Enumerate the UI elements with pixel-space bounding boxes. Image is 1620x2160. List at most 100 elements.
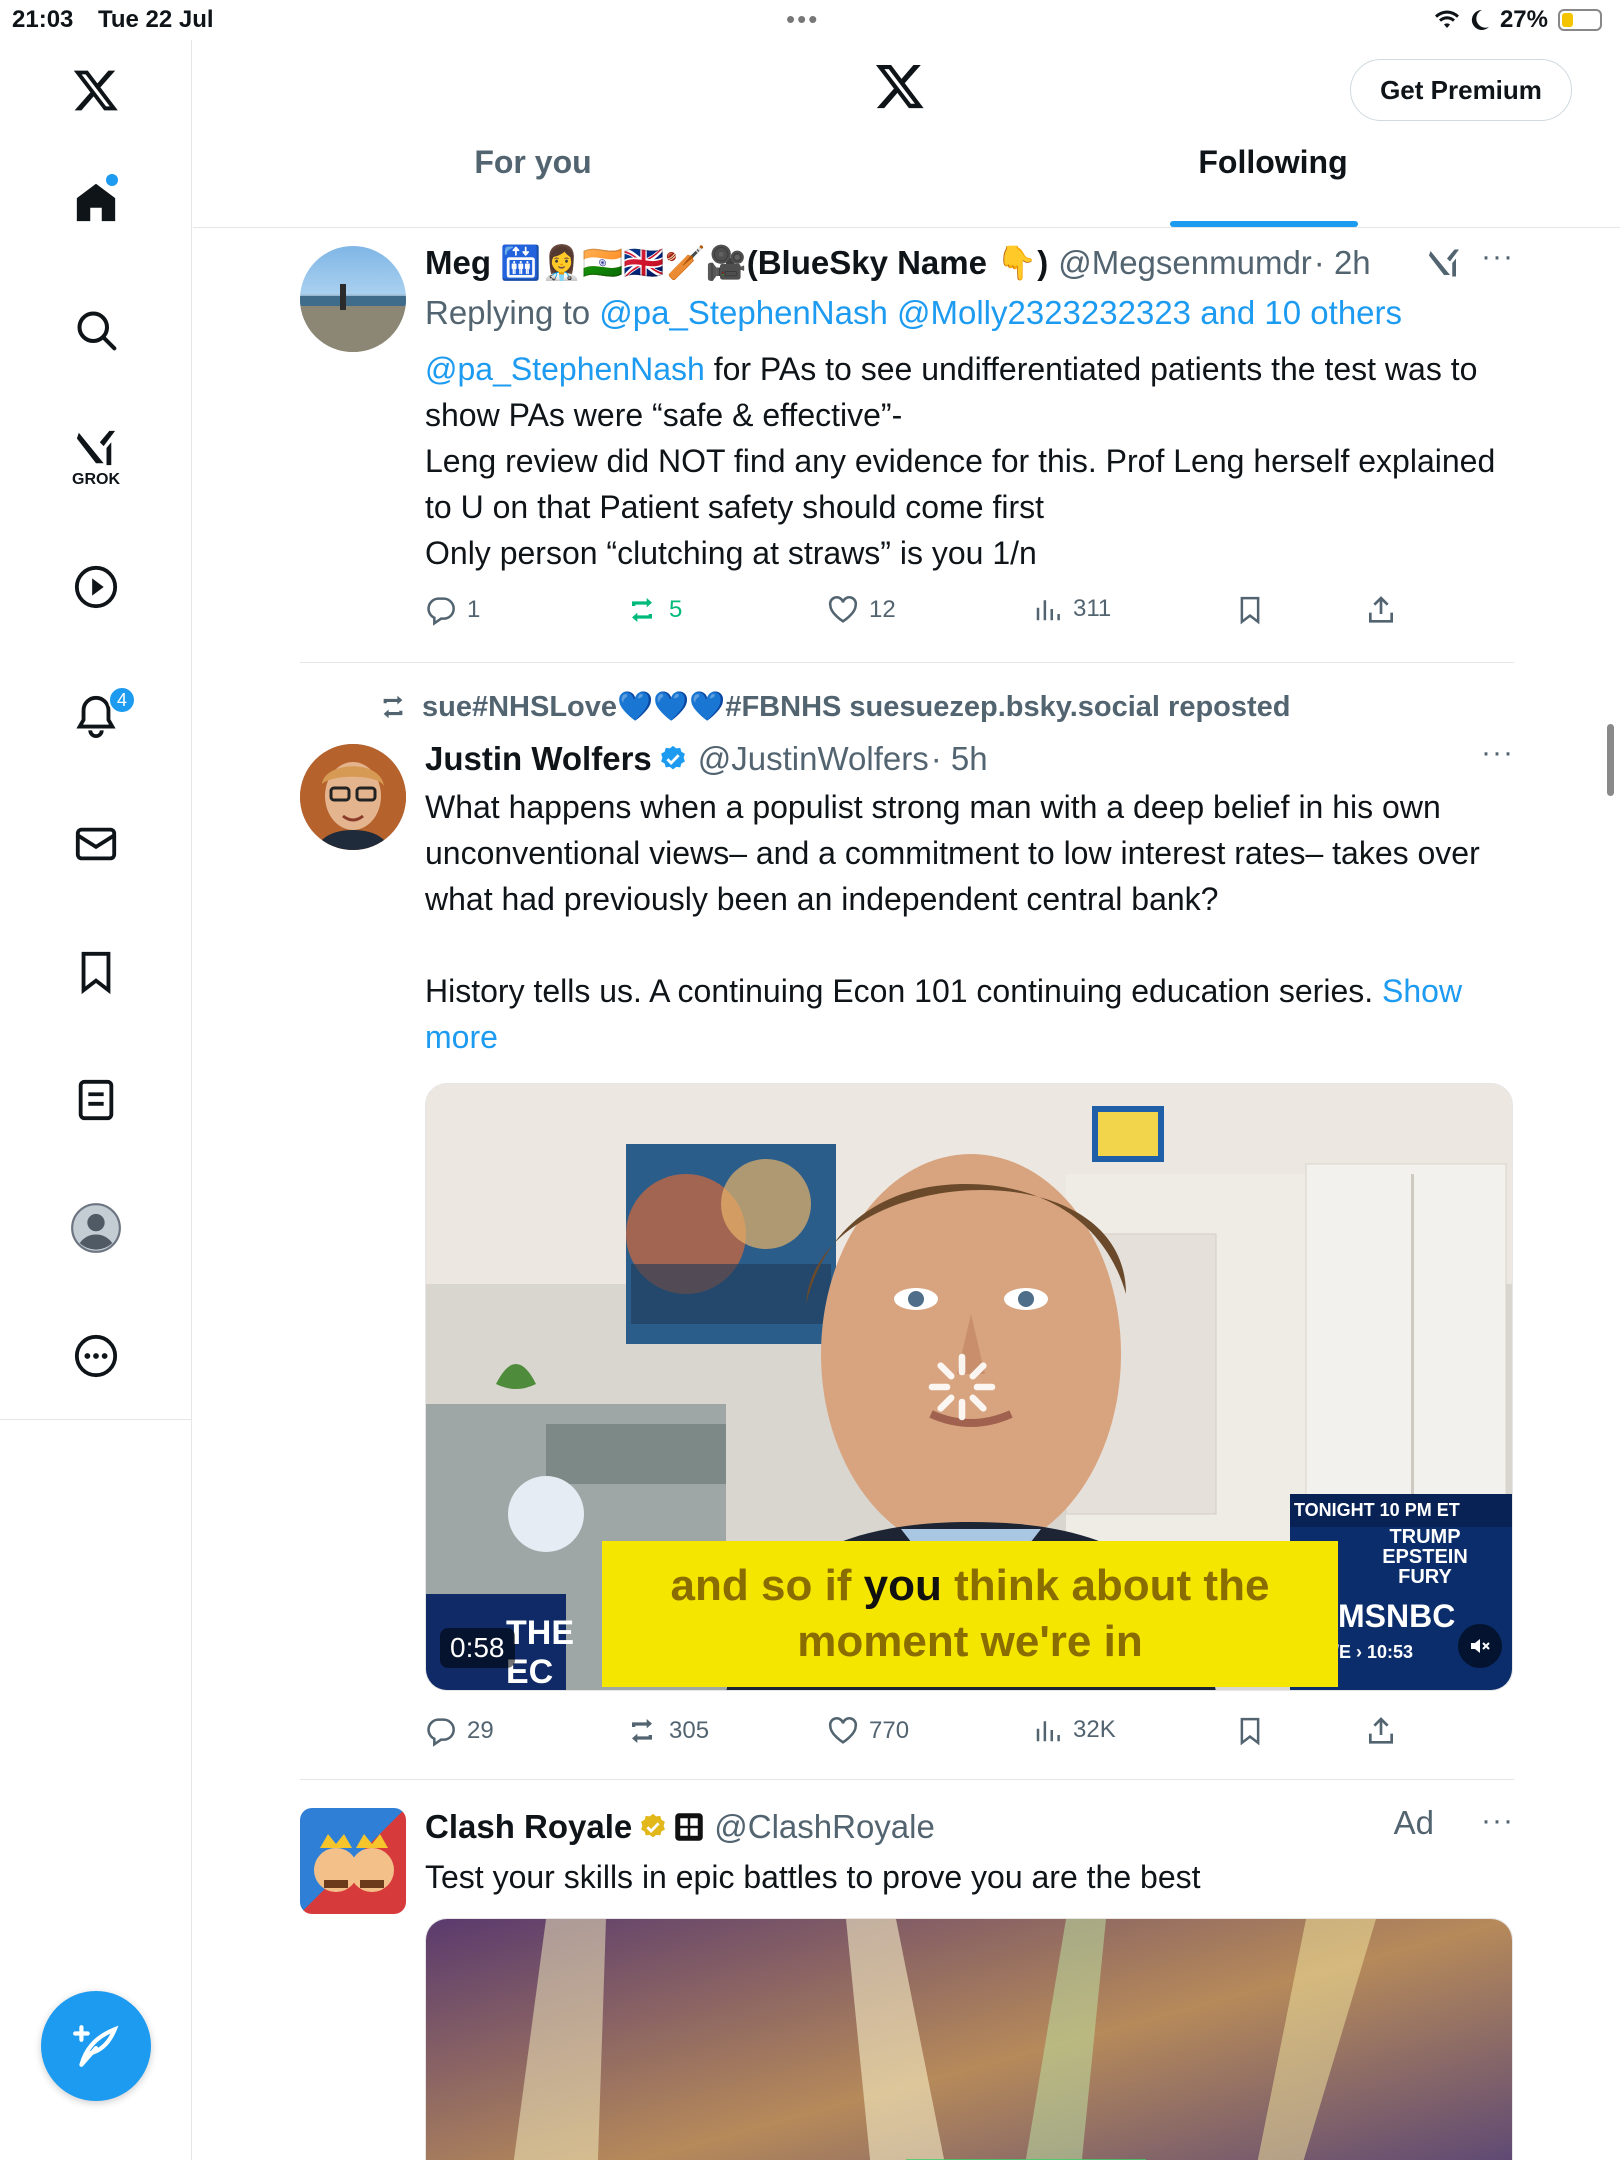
author-name[interactable]: Justin Wolfers bbox=[425, 740, 652, 778]
ad-media[interactable] bbox=[425, 1918, 1513, 2160]
tweet-actions: 1 5 12 311 bbox=[425, 594, 1514, 634]
repost-button[interactable]: 305 bbox=[625, 1715, 709, 1747]
reply-button[interactable]: 1 bbox=[425, 594, 480, 626]
reply-button[interactable]: 29 bbox=[425, 1715, 494, 1747]
more-options-icon[interactable]: ··· bbox=[1481, 1804, 1514, 1838]
repost-button[interactable]: 5 bbox=[625, 594, 682, 626]
reply-icon bbox=[427, 597, 455, 626]
grok-icon[interactable] bbox=[1426, 246, 1462, 280]
repost-icon bbox=[383, 695, 403, 719]
bookmark-button[interactable] bbox=[1235, 1715, 1265, 1747]
author-name[interactable]: Clash Royale bbox=[425, 1808, 632, 1846]
status-indicators: 27% bbox=[1434, 6, 1602, 34]
notifications-badge: 4 bbox=[108, 686, 136, 714]
author-handle[interactable]: @JustinWolfers bbox=[698, 740, 929, 778]
affiliate-badge-icon bbox=[675, 1813, 703, 1841]
view-count: 32K bbox=[1073, 1716, 1116, 1743]
status-time: 21:03 bbox=[12, 6, 74, 33]
more-options-icon[interactable]: ··· bbox=[1481, 736, 1514, 770]
like-button[interactable]: 12 bbox=[827, 594, 896, 626]
status-date: Tue 22 Jul bbox=[98, 6, 214, 33]
scrollbar[interactable] bbox=[1607, 724, 1614, 796]
more-icon[interactable] bbox=[56, 1316, 136, 1396]
tweet-time[interactable]: · 2h bbox=[1314, 244, 1371, 282]
notifications-icon[interactable]: 4 bbox=[56, 676, 136, 756]
tweet-actions: 29 305 770 32K bbox=[425, 1715, 1514, 1755]
mute-button[interactable] bbox=[1458, 1624, 1502, 1668]
lists-icon[interactable] bbox=[56, 1060, 136, 1140]
x-logo-icon[interactable] bbox=[56, 50, 136, 130]
messages-icon[interactable] bbox=[56, 804, 136, 884]
like-button[interactable]: 770 bbox=[827, 1715, 909, 1747]
x-logo-icon[interactable] bbox=[873, 60, 927, 117]
repost-icon bbox=[632, 598, 652, 622]
active-tab-indicator bbox=[1170, 221, 1358, 227]
home-unread-dot bbox=[106, 174, 118, 186]
tweet[interactable]: Meg 🛗👩‍⚕️🇮🇳🇬🇧🏏🎥(BlueSky Name 👇) @Megsenm… bbox=[300, 240, 1514, 640]
app-icon[interactable] bbox=[300, 1808, 406, 1914]
repost-count: 5 bbox=[669, 596, 683, 623]
lower-third-text: THE EC bbox=[506, 1614, 574, 1691]
sidebar: GROK 4 bbox=[0, 40, 192, 1420]
tweet-time[interactable]: · 5h bbox=[931, 740, 988, 778]
video-duration: 0:58 bbox=[440, 1628, 515, 1668]
bookmarks-icon[interactable] bbox=[56, 932, 136, 1012]
reply-icon bbox=[427, 1718, 455, 1747]
share-button[interactable] bbox=[1365, 594, 1397, 626]
profile-icon[interactable] bbox=[56, 1188, 136, 1268]
verified-badge-icon bbox=[660, 745, 685, 770]
replying-to-prefix: Replying to bbox=[425, 294, 591, 331]
timeline-header: Get Premium For you Following bbox=[193, 40, 1620, 228]
repost-count: 305 bbox=[669, 1717, 710, 1744]
ticker-text: /E › 10:53 bbox=[1334, 1642, 1414, 1662]
caption-line1-pre: and so if bbox=[670, 1561, 864, 1610]
tab-following[interactable]: Following bbox=[1133, 144, 1413, 228]
tweet-divider bbox=[300, 1779, 1514, 1780]
share-button[interactable] bbox=[1365, 1715, 1397, 1747]
home-icon[interactable] bbox=[56, 162, 136, 242]
ad-label: Ad bbox=[1393, 1804, 1434, 1841]
wifi-icon bbox=[1434, 10, 1459, 28]
author-name[interactable]: Meg 🛗👩‍⚕️🇮🇳🇬🇧🏏🎥(BlueSky Name 👇) bbox=[425, 244, 1048, 283]
compose-feather-icon bbox=[73, 2025, 119, 2067]
status-bar: 21:03 Tue 22 Jul ••• 27% bbox=[0, 0, 1620, 40]
more-options-icon[interactable]: ··· bbox=[1481, 240, 1514, 274]
multitask-dots-icon[interactable]: ••• bbox=[786, 4, 819, 35]
video-player[interactable]: THE EC TONIGHT 10 PM ET TRUMP EPSTEIN FU… bbox=[425, 1083, 1513, 1691]
replying-to-line: Replying to @pa_StephenNash @Molly232323… bbox=[425, 290, 1514, 336]
bookmark-icon bbox=[1240, 596, 1260, 625]
search-icon[interactable] bbox=[56, 290, 136, 370]
views-button[interactable]: 32K bbox=[1033, 1715, 1116, 1745]
mention-link[interactable]: @pa_StephenNash bbox=[425, 351, 705, 387]
heart-icon bbox=[828, 1717, 858, 1744]
tweet[interactable]: sue#NHSLove💙💙💙#FBNHS suesuezep.bsky.soci… bbox=[300, 690, 1514, 1750]
caption-line1-post: think about the bbox=[941, 1561, 1270, 1610]
promo-headline: TRUMP EPSTEIN FURY bbox=[1382, 1526, 1468, 1588]
muted-speaker-icon bbox=[1471, 1639, 1490, 1653]
battery-icon bbox=[1558, 9, 1602, 31]
views-icon bbox=[1036, 600, 1060, 621]
moon-icon bbox=[1471, 9, 1489, 30]
grok-icon[interactable]: GROK bbox=[56, 418, 136, 498]
replying-to-users[interactable]: @pa_StephenNash @Molly2323232323 and 10 … bbox=[599, 294, 1402, 331]
avatar[interactable] bbox=[300, 246, 406, 352]
avatar[interactable] bbox=[300, 744, 406, 850]
bookmark-button[interactable] bbox=[1235, 594, 1265, 626]
tab-for-you[interactable]: For you bbox=[393, 144, 673, 228]
caption-line2: moment we're in bbox=[797, 1617, 1143, 1666]
author-handle[interactable]: @Megsenmumdr bbox=[1058, 244, 1312, 282]
heart-icon bbox=[828, 596, 858, 623]
like-count: 12 bbox=[869, 596, 896, 623]
battery-percent: 27% bbox=[1499, 6, 1548, 33]
ad-tweet[interactable]: Clash Royale @ClashRoyale Ad ··· Test yo… bbox=[300, 1804, 1514, 2160]
views-button[interactable]: 311 bbox=[1033, 594, 1111, 624]
compose-button[interactable] bbox=[41, 1991, 151, 2101]
battery-level-fill bbox=[1562, 13, 1573, 27]
tweet-body: What happens when a populist strong man … bbox=[425, 789, 1480, 1009]
get-premium-button[interactable]: Get Premium bbox=[1350, 59, 1572, 121]
reposted-by-text[interactable]: sue#NHSLove💙💙💙#FBNHS suesuezep.bsky.soci… bbox=[422, 690, 1291, 724]
author-handle[interactable]: @ClashRoyale bbox=[714, 1808, 935, 1846]
video-caption: and so if you think about the moment we'… bbox=[602, 1541, 1338, 1687]
reposted-by-line[interactable]: sue#NHSLove💙💙💙#FBNHS suesuezep.bsky.soci… bbox=[376, 690, 1291, 724]
video-icon[interactable] bbox=[56, 547, 136, 627]
